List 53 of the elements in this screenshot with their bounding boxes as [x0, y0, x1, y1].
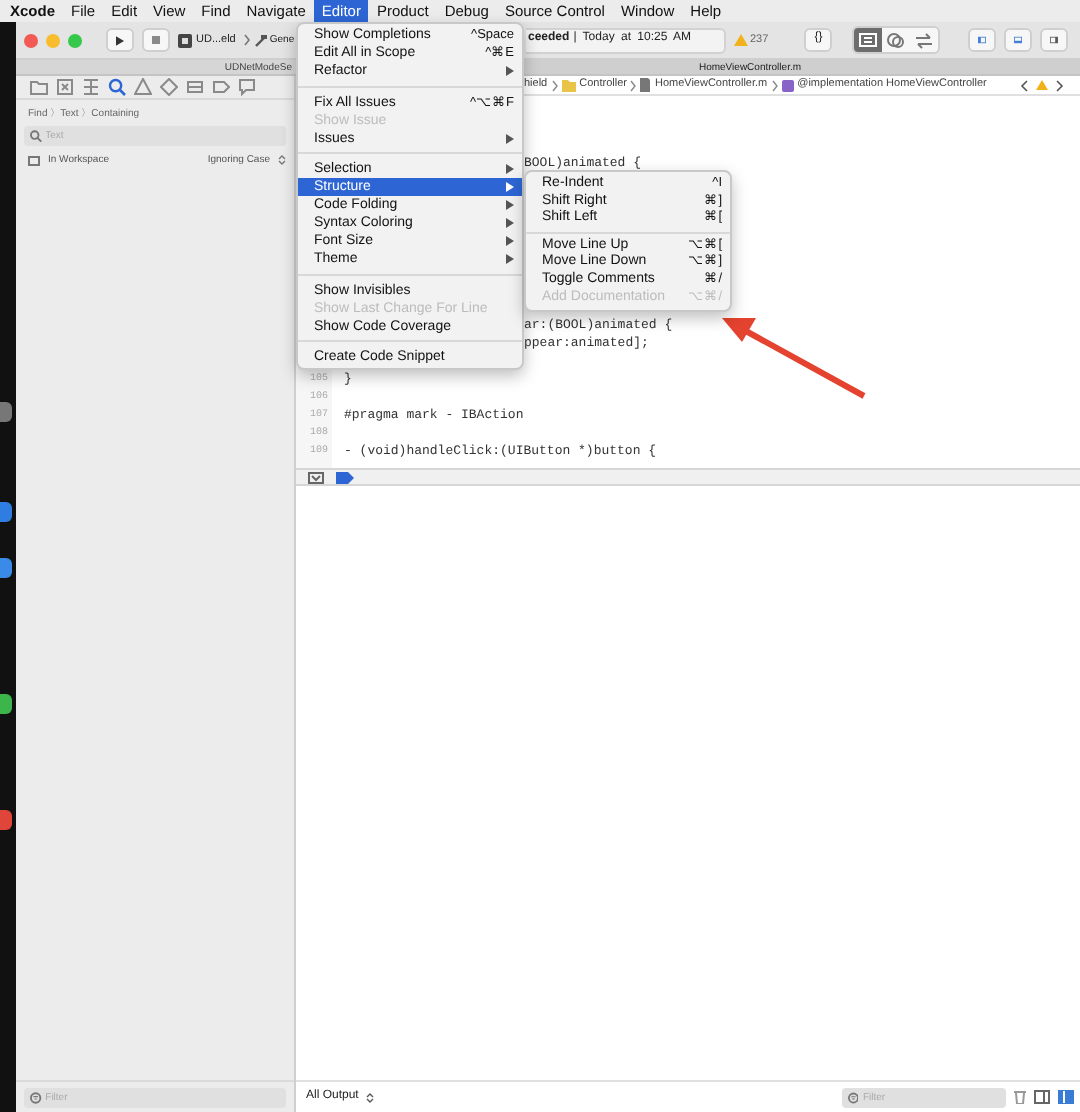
- submenu-arrow-icon: [506, 133, 514, 143]
- warning-icon[interactable]: [134, 78, 152, 96]
- breakpoint-icon[interactable]: [212, 78, 230, 96]
- stepper-icon: [366, 1091, 375, 1103]
- report-icon[interactable]: [238, 78, 256, 96]
- assistant-editor-icon: [886, 31, 907, 49]
- back-icon[interactable]: [1020, 79, 1028, 91]
- hierarchy-icon[interactable]: [82, 78, 100, 96]
- app-icon: [178, 33, 192, 47]
- chevron-icon: [551, 79, 558, 91]
- navigator-toggle-button[interactable]: [968, 28, 997, 52]
- dock-icon[interactable]: [0, 558, 12, 578]
- standard-editor-icon: [858, 31, 879, 49]
- panel-layout-icon: [978, 32, 987, 48]
- dock-icon[interactable]: [0, 502, 12, 522]
- run-button[interactable]: [106, 28, 134, 52]
- dock-icon[interactable]: [0, 402, 12, 422]
- console-view-icon[interactable]: [1058, 1090, 1074, 1104]
- search-icon: [30, 130, 42, 142]
- filter-icon: [30, 1091, 42, 1103]
- panel-layout-icon: [1050, 32, 1059, 48]
- play-icon: [116, 33, 124, 47]
- stepper-icon: [278, 154, 286, 166]
- file-icon: [640, 78, 651, 92]
- dock-icon[interactable]: [0, 694, 12, 714]
- editor-mode-button[interactable]: [854, 28, 883, 52]
- pointer-arrow: [722, 318, 866, 399]
- filter-icon: [848, 1091, 859, 1103]
- chevron-icon: [630, 79, 637, 91]
- trash-icon[interactable]: [1014, 1090, 1026, 1104]
- stop-icon: [152, 34, 160, 46]
- close-button[interactable]: [24, 33, 38, 47]
- dock-icon[interactable]: [0, 810, 12, 830]
- utilities-toggle-button[interactable]: [1040, 28, 1069, 52]
- source-control-icon[interactable]: [56, 78, 74, 96]
- submenu-arrow-icon: [506, 66, 514, 76]
- workspace-icon: [28, 155, 40, 165]
- diamond-icon[interactable]: [160, 78, 178, 96]
- debug-area-toggle-icon[interactable]: [308, 471, 324, 483]
- version-editor-icon: [914, 31, 935, 49]
- search-icon[interactable]: [108, 78, 126, 96]
- debug-area-toggle-button[interactable]: [1004, 28, 1033, 52]
- variables-view-icon[interactable]: [1034, 1090, 1050, 1104]
- forward-icon[interactable]: [1056, 79, 1064, 91]
- debug-icon[interactable]: [186, 78, 204, 96]
- hammer-icon: [253, 33, 268, 47]
- panel-layout-icon: [1014, 32, 1023, 48]
- folder-icon[interactable]: [30, 78, 48, 96]
- chevron-icon: [771, 79, 778, 91]
- editor-mode-selector[interactable]: [852, 26, 941, 54]
- class-icon: [781, 79, 794, 91]
- chevron-icon: [243, 34, 250, 46]
- warning-icon: [734, 34, 748, 46]
